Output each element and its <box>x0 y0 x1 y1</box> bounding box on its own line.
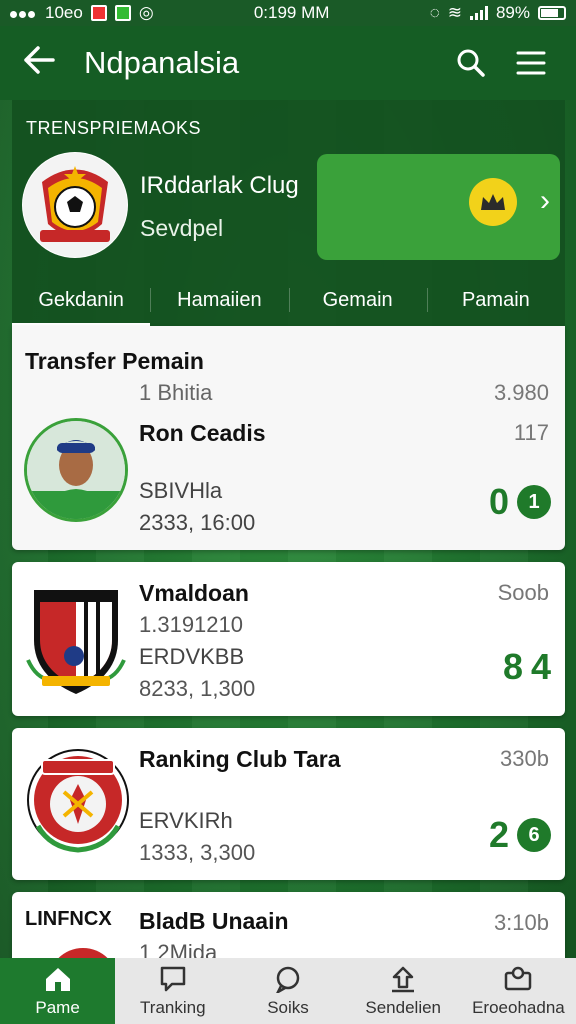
signal-dots-icon <box>10 3 37 23</box>
club-card[interactable]: Vmaldoan Soob 1.3191210 ERDVKBB 8233, 1,… <box>12 562 565 716</box>
location-icon: ◌ <box>429 3 440 22</box>
nav-home[interactable]: Pame <box>0 958 116 1024</box>
club-stat: Soob <box>497 580 549 605</box>
club-stat: 3:10b <box>493 910 549 935</box>
tab-bar: Gekdanin Hamaiien Gemain Pamain <box>12 278 565 326</box>
notification-icon <box>90 5 107 21</box>
card-subline: 1 Bhitia <box>139 380 213 405</box>
battery-percent: 89% <box>495 3 530 22</box>
status-bar: 10eo ◎ 0:199 MM ◌ ≋ 89% <box>0 0 576 26</box>
nav-label: Eroeohadna <box>472 998 565 1017</box>
ranking-date: 1333, 3,300 <box>139 840 256 865</box>
back-arrow-icon[interactable] <box>22 45 72 81</box>
player-avatar <box>24 418 128 522</box>
nav-label: Pame <box>35 998 80 1017</box>
player-date: 2333, 16:00 <box>139 510 256 535</box>
section-title: Transfer Pemain <box>25 348 204 374</box>
nav-label: Soiks <box>267 998 309 1017</box>
tab-hamaiien[interactable]: Hamaiien <box>150 278 288 326</box>
tab-gemain[interactable]: Gemain <box>288 278 427 326</box>
ranking-meta: ERVKIRh <box>139 808 233 833</box>
match-score: 8 4 <box>503 646 551 688</box>
nav-label: Tranking <box>140 998 206 1017</box>
score-main: 2 <box>488 814 509 855</box>
player-meta: SBIVHla <box>139 478 223 503</box>
club-meta-line: 1.3191210 <box>139 612 243 637</box>
score-badge: 6 <box>517 818 551 852</box>
score-secondary: 4 <box>530 646 551 687</box>
nav-tranking[interactable]: Tranking <box>115 958 230 1024</box>
search-icon[interactable] <box>448 40 494 86</box>
club-crest-icon <box>22 152 128 258</box>
carrier-label: 10eo <box>45 3 83 22</box>
club-promo-button[interactable]: › <box>317 154 560 260</box>
club-crest-icon <box>26 744 129 856</box>
club-name: BladB Unaain <box>139 908 289 934</box>
player-stat: 117 <box>513 420 549 445</box>
home-icon <box>43 964 73 994</box>
app-title: Ndpanalsia <box>84 45 240 80</box>
crown-coin-icon <box>469 178 517 226</box>
status-time: 0:199 MM <box>253 3 330 22</box>
bottom-navigation: Pame Tranking Soiks Sendelien Eroeohadna <box>0 958 576 1024</box>
score-main: 0 <box>488 481 509 522</box>
tab-pamain[interactable]: Pamain <box>426 278 565 326</box>
club-name: IRddarlak Clug <box>140 172 299 199</box>
battery-icon <box>538 6 566 20</box>
profile-card-icon <box>503 964 533 994</box>
app-bar: Ndpanalsia <box>0 26 576 100</box>
club-crest-icon <box>26 580 126 698</box>
score-badge: 1 <box>517 485 551 519</box>
nav-soiks[interactable]: Soiks <box>230 958 345 1024</box>
card-subline-right: 3.980 <box>493 380 549 405</box>
transfer-card[interactable]: Transfer Pemain 1 Bhitia 3.980 Ron Ceadi… <box>12 326 565 550</box>
score-main: 8 <box>502 646 523 687</box>
menu-icon[interactable] <box>508 40 554 86</box>
club-subtitle: Sevdpel <box>140 215 224 241</box>
chat-bubble-icon <box>273 964 303 994</box>
club-date: 8233, 1,300 <box>139 676 256 701</box>
alarm-icon: ◎ <box>138 3 154 22</box>
ranking-title: Ranking Club Tara <box>139 746 341 772</box>
match-score: 2 6 <box>489 814 551 856</box>
nav-eroeohadna[interactable]: Eroeohadna <box>461 958 576 1024</box>
message-square-icon <box>158 964 188 994</box>
nav-sendelien[interactable]: Sendelien <box>346 958 461 1024</box>
wifi-icon: ≋ <box>447 3 462 22</box>
chevron-right-icon: › <box>540 184 550 217</box>
upload-icon <box>388 964 418 994</box>
match-score: 0 1 <box>489 481 551 523</box>
tab-gekdanin[interactable]: Gekdanin <box>12 278 151 326</box>
club-name: Vmaldoan <box>139 580 249 606</box>
ranking-stat: 330b <box>500 746 549 771</box>
ranking-card[interactable]: Ranking Club Tara 330b ERVKIRh 1333, 3,3… <box>12 728 565 880</box>
cell-signal-icon <box>469 6 488 20</box>
app-notification-icon <box>114 5 131 21</box>
club-meta: ERDVKBB <box>139 644 245 669</box>
card-left-label: LINFNCX <box>25 908 112 930</box>
nav-label: Sendelien <box>365 998 442 1017</box>
section-label: TRENSPRIEMAOKS <box>26 118 202 138</box>
player-name: Ron Ceadis <box>139 420 266 446</box>
club-header: TRENSPRIEMAOKS IRddarlak Clug Sevdpel › … <box>12 100 565 326</box>
